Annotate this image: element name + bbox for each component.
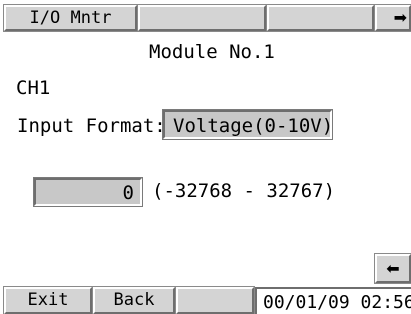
- value-range-label: (-32768 - 32767): [152, 180, 336, 202]
- blank-button-label: [178, 289, 252, 312]
- input-format-label: Input Format:: [17, 115, 166, 137]
- channel-label: CH1: [16, 77, 51, 99]
- blank-button[interactable]: [175, 286, 255, 314]
- datetime-text: 00/01/09 02:56: [263, 292, 411, 313]
- tab-blank-1[interactable]: [137, 4, 267, 32]
- exit-button-label: Exit: [27, 290, 69, 310]
- back-button[interactable]: Back: [92, 286, 176, 314]
- channel-value-text: 0: [122, 182, 134, 204]
- tab-blank-1-label: [140, 7, 264, 29]
- next-page-button[interactable]: ➡: [374, 4, 411, 32]
- previous-page-button[interactable]: ⬅: [374, 253, 411, 284]
- datetime-display: 00/01/09 02:56: [255, 287, 411, 314]
- back-button-label: Back: [113, 290, 155, 310]
- arrow-right-icon: ➡: [393, 8, 407, 27]
- tab-io-monitor-label: I/O Mntr: [29, 7, 112, 28]
- tab-blank-2-label: [269, 7, 372, 29]
- channel-value-display: 0: [33, 177, 143, 207]
- io-monitor-screen: I/O Mntr ➡ Module No.1 CH1 Input Format:…: [0, 0, 411, 314]
- arrow-left-icon: ⬅: [386, 258, 400, 278]
- module-title: Module No.1: [149, 41, 275, 63]
- exit-button[interactable]: Exit: [3, 286, 93, 314]
- tab-io-monitor[interactable]: I/O Mntr: [3, 4, 138, 32]
- input-format-value-text: Voltage(0-10V): [173, 115, 334, 137]
- tab-blank-2[interactable]: [266, 4, 375, 32]
- input-format-value: Voltage(0-10V): [162, 109, 334, 140]
